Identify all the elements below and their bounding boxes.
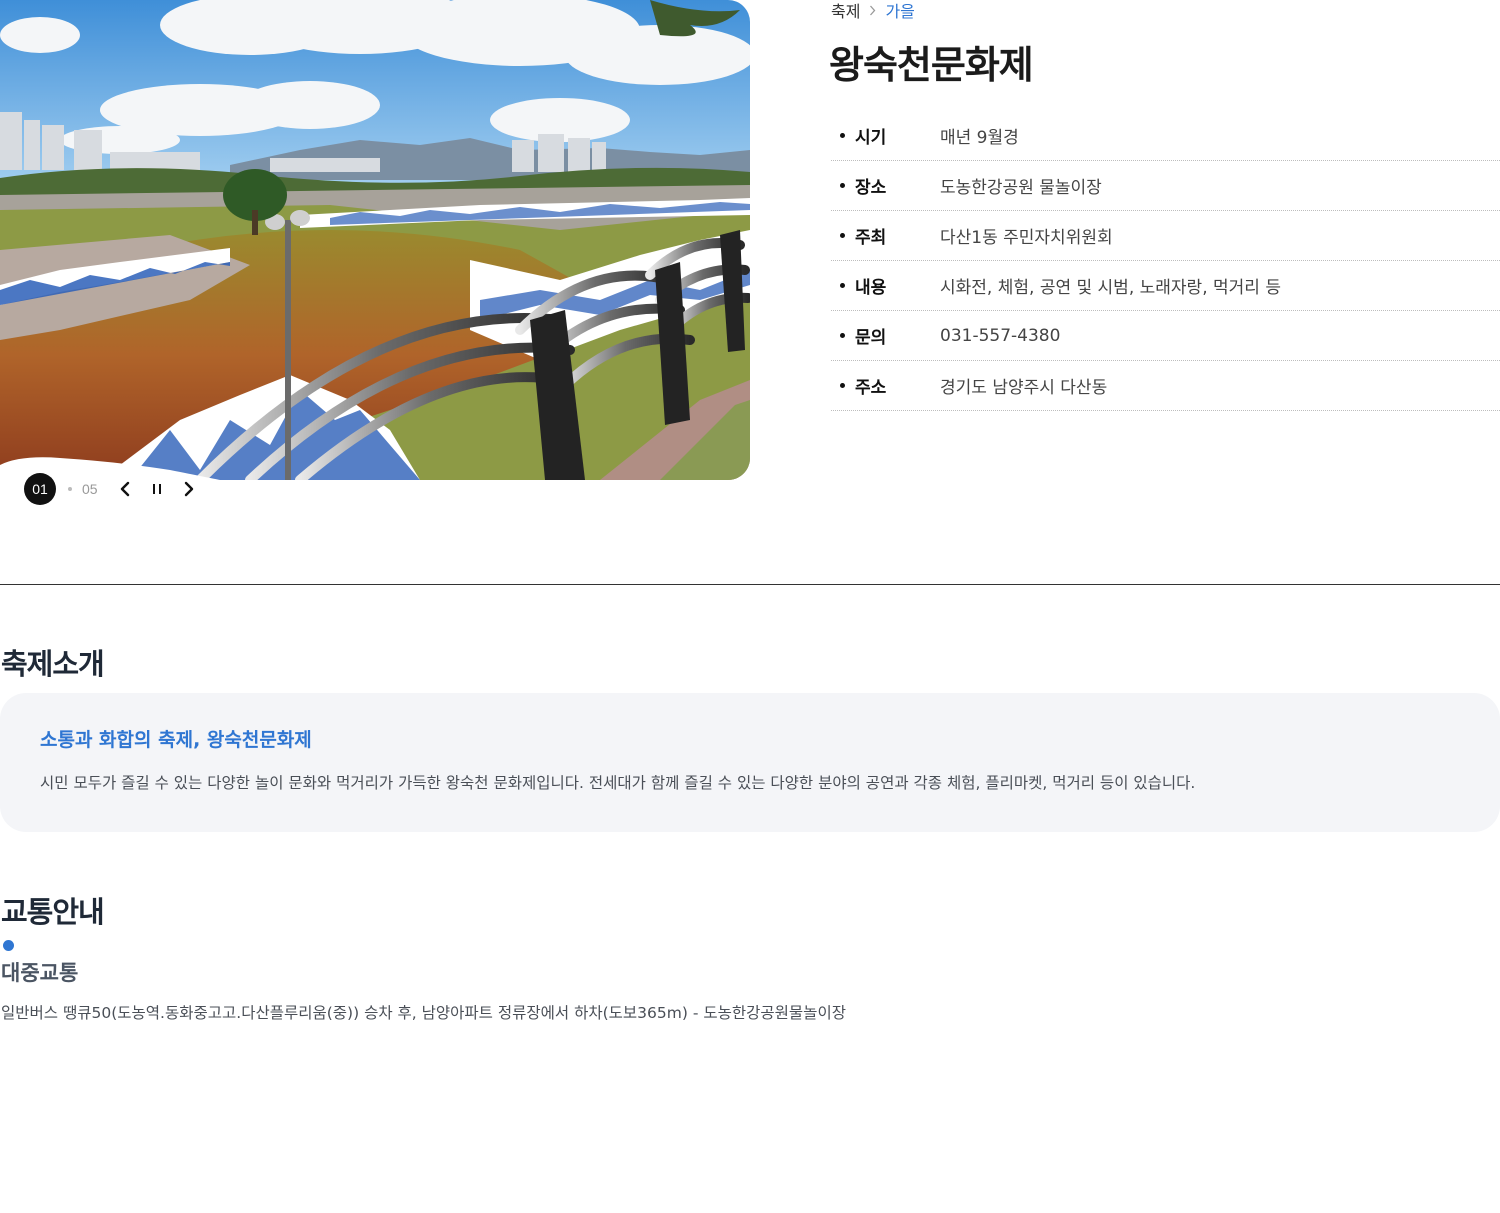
- pause-slider-button[interactable]: [146, 478, 168, 500]
- transport-subtitle: 대중교통: [1, 961, 79, 985]
- info-row-place: 장소 도농한강공원 물놀이장: [831, 161, 1500, 211]
- intro-section-title: 축제소개: [1, 647, 105, 681]
- info-label: 문의: [855, 328, 887, 348]
- info-value: 매년 9월경: [940, 128, 1019, 148]
- festival-info-list: 시기 매년 9월경 장소 도농한강공원 물놀이장 주최 다산1동 주민자치위원회…: [831, 111, 1500, 411]
- intro-description: 시민 모두가 즐길 수 있는 다양한 놀이 문화와 먹거리가 가득한 왕숙천 문…: [40, 774, 1196, 792]
- info-row-contact: 문의 031-557-4380: [831, 311, 1500, 361]
- section-divider: [0, 584, 1500, 585]
- intro-box: 소통과 화합의 축제, 왕숙천문화제 시민 모두가 즐길 수 있는 다양한 놀이…: [0, 693, 1500, 832]
- slide-separator-dot: [68, 487, 72, 491]
- chevron-left-icon: [120, 481, 129, 497]
- info-row-period: 시기 매년 9월경: [831, 111, 1500, 161]
- info-row-address: 주소 경기도 남양주시 다산동: [831, 361, 1500, 411]
- info-row-content: 내용 시화전, 체험, 공연 및 시범, 노래자랑, 먹거리 등: [831, 261, 1500, 311]
- breadcrumb: 축제 가을: [831, 0, 915, 22]
- chevron-right-icon: [184, 481, 193, 497]
- breadcrumb-autumn-link[interactable]: 가을: [885, 0, 914, 22]
- bullet-dot: [840, 383, 845, 388]
- info-label: 주소: [855, 378, 887, 398]
- info-label: 시기: [855, 128, 887, 148]
- info-value: 도농한강공원 물놀이장: [940, 178, 1102, 198]
- info-label: 내용: [855, 278, 887, 298]
- bullet-dot: [840, 283, 845, 288]
- festival-photo: [0, 0, 750, 480]
- chevron-right-icon: [869, 5, 876, 16]
- bullet-dot: [840, 183, 845, 188]
- intro-headline: 소통과 화합의 축제, 왕숙천문화제: [40, 729, 312, 751]
- breadcrumb-festival-link[interactable]: 축제: [831, 0, 860, 22]
- bullet-dot: [840, 333, 845, 338]
- page-title: 왕숙천문화제: [829, 43, 1034, 87]
- info-value: 다산1동 주민자치위원회: [940, 228, 1113, 248]
- bullet-dot: [840, 233, 845, 238]
- info-value: 경기도 남양주시 다산동: [940, 378, 1108, 398]
- current-slide-indicator: 01: [24, 473, 56, 505]
- info-value: 031-557-4380: [940, 325, 1061, 346]
- transport-description: 일반버스 땡큐50(도농역.동화중고고.다산플루리움(중)) 승차 후, 남양아…: [1, 1004, 846, 1022]
- info-label: 장소: [855, 178, 887, 198]
- bullet-dot: [840, 133, 845, 138]
- prev-slide-button[interactable]: [114, 478, 136, 500]
- total-slides: 05: [82, 481, 98, 497]
- next-slide-button[interactable]: [178, 478, 200, 500]
- info-value: 시화전, 체험, 공연 및 시범, 노래자랑, 먹거리 등: [940, 278, 1281, 298]
- transport-bullet-dot: [3, 940, 14, 951]
- info-label: 주최: [855, 228, 887, 248]
- info-row-host: 주최 다산1동 주민자치위원회: [831, 211, 1500, 261]
- slider-controls: 01 05: [24, 473, 200, 505]
- transport-section-title: 교통안내: [1, 895, 105, 929]
- pause-icon: [152, 484, 161, 494]
